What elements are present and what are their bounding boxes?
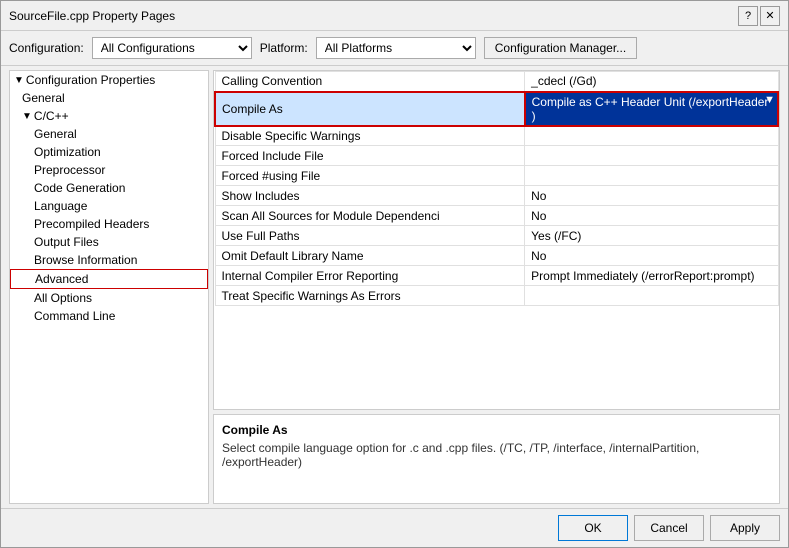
tree-item-code-generation[interactable]: Code Generation [10, 179, 208, 197]
help-button[interactable]: ? [738, 6, 758, 26]
info-description: Select compile language option for .c an… [222, 441, 771, 469]
configuration-manager-button[interactable]: Configuration Manager... [484, 37, 637, 59]
table-row: Forced Include File [215, 146, 778, 166]
expand-icon-cpp: ▼ [22, 111, 32, 122]
info-panel: Compile As Select compile language optio… [213, 414, 780, 504]
main-area: ▼ Configuration Properties General ▼ C/C… [1, 66, 788, 508]
table-row: Forced #using File [215, 166, 778, 186]
tree-item-optimization[interactable]: Optimization [10, 143, 208, 161]
right-panel: Calling Convention _cdecl (/Gd) Compile … [213, 70, 780, 504]
tree-item-preprocessor[interactable]: Preprocessor [10, 161, 208, 179]
tree-item-all-options[interactable]: All Options [10, 289, 208, 307]
tree-item-command-line[interactable]: Command Line [10, 307, 208, 325]
tree-item-config-props[interactable]: ▼ Configuration Properties [10, 71, 208, 89]
dropdown-arrow-icon[interactable]: ▼ [764, 94, 775, 106]
table-row: Use Full Paths Yes (/FC) [215, 226, 778, 246]
apply-button[interactable]: Apply [710, 515, 780, 541]
config-row: Configuration: All Configurations Platfo… [1, 31, 788, 66]
tree-item-precompiled-headers[interactable]: Precompiled Headers [10, 215, 208, 233]
platform-select[interactable]: All Platforms [316, 37, 476, 59]
properties-table: Calling Convention _cdecl (/Gd) Compile … [213, 70, 780, 410]
table-row: Internal Compiler Error Reporting Prompt… [215, 266, 778, 286]
tree-item-cpp[interactable]: ▼ C/C++ [10, 107, 208, 125]
tree-item-general[interactable]: General [10, 89, 208, 107]
table-row-compile-as[interactable]: Compile As Compile as C++ Header Unit (/… [215, 92, 778, 126]
ok-button[interactable]: OK [558, 515, 628, 541]
close-button[interactable]: ✕ [760, 6, 780, 26]
title-bar-buttons: ? ✕ [738, 6, 780, 26]
config-label: Configuration: [9, 41, 84, 55]
tree-item-browse-information[interactable]: Browse Information [10, 251, 208, 269]
table-row: Scan All Sources for Module Dependenci N… [215, 206, 778, 226]
tree-item-general2[interactable]: General [10, 125, 208, 143]
platform-label: Platform: [260, 41, 308, 55]
configuration-select[interactable]: All Configurations [92, 37, 252, 59]
table-row: Disable Specific Warnings [215, 126, 778, 146]
table-row: Calling Convention _cdecl (/Gd) [215, 72, 778, 92]
tree-panel: ▼ Configuration Properties General ▼ C/C… [9, 70, 209, 504]
table-row: Treat Specific Warnings As Errors [215, 286, 778, 306]
expand-icon: ▼ [14, 75, 24, 86]
tree-item-language[interactable]: Language [10, 197, 208, 215]
tree-item-advanced[interactable]: Advanced [10, 269, 208, 289]
info-title: Compile As [222, 423, 771, 437]
tree-item-output-files[interactable]: Output Files [10, 233, 208, 251]
bottom-bar: OK Cancel Apply [1, 508, 788, 547]
props-grid: Calling Convention _cdecl (/Gd) Compile … [214, 71, 779, 306]
dialog-title: SourceFile.cpp Property Pages [9, 9, 175, 23]
property-pages-dialog: SourceFile.cpp Property Pages ? ✕ Config… [0, 0, 789, 548]
table-row: Show Includes No [215, 186, 778, 206]
table-row: Omit Default Library Name No [215, 246, 778, 266]
cancel-button[interactable]: Cancel [634, 515, 704, 541]
title-bar: SourceFile.cpp Property Pages ? ✕ [1, 1, 788, 31]
